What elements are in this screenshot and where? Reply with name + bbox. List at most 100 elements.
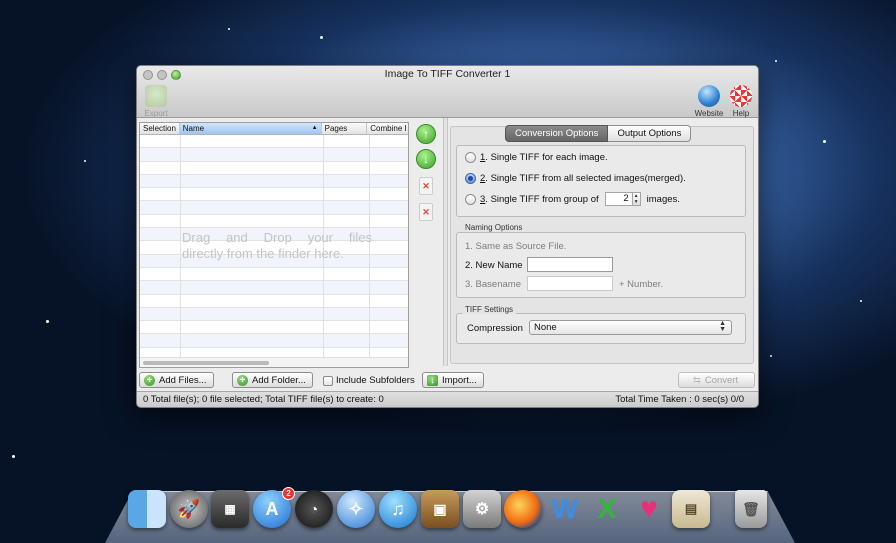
move-down-button[interactable]: ↓ [416, 149, 436, 169]
help-button[interactable]: Help [728, 85, 754, 118]
status-right: Total Time Taken : 0 sec(s) 0/0 [615, 394, 744, 405]
scrollbar-thumb[interactable] [143, 361, 269, 365]
include-subfolders-checkbox[interactable]: Include Subfolders [323, 375, 415, 386]
file-table[interactable]: Selection Name ▲ Pages Combine I Drag an… [139, 122, 409, 368]
lifebuoy-icon [730, 85, 752, 107]
add-files-button[interactable]: + Add Files... [139, 372, 214, 388]
column-pages[interactable]: Pages [322, 123, 368, 134]
column-name-label: Name [182, 124, 205, 133]
star [775, 60, 777, 62]
plus-icon: + [237, 374, 248, 386]
import-label: Import... [442, 374, 477, 386]
export-icon [145, 85, 167, 107]
move-up-button[interactable]: ↑ [416, 124, 436, 144]
convert-label: Convert [704, 374, 739, 386]
add-folder-label: Add Folder... [252, 374, 306, 386]
radio-button[interactable] [465, 193, 476, 205]
star [228, 28, 230, 30]
include-subfolders-label: Include Subfolders [336, 375, 415, 386]
status-left: 0 Total file(s); 0 file selected; Total … [143, 394, 384, 405]
app-window: Image To TIFF Converter 1 Export Website… [136, 65, 759, 408]
word-icon[interactable]: W [546, 490, 584, 528]
excel-icon[interactable]: X [588, 490, 626, 528]
firefox-icon[interactable] [504, 490, 542, 528]
export-button[interactable]: Export [141, 85, 171, 118]
star [823, 140, 826, 143]
remove-selected-button[interactable]: ✕ [419, 177, 433, 195]
add-files-label: Add Files... [159, 374, 207, 386]
heart-app-icon[interactable]: ♥ [630, 490, 668, 528]
itunes-icon[interactable]: ♫ [379, 490, 417, 528]
tab-output-options[interactable]: Output Options [608, 125, 692, 142]
star [320, 36, 323, 39]
sort-ascending-icon: ▲ [311, 125, 318, 131]
export-label: Export [144, 109, 168, 118]
horizontal-scrollbar[interactable] [140, 357, 408, 367]
iphoto-icon[interactable]: ▣ [421, 490, 459, 528]
import-button[interactable]: ↓ Import... [422, 372, 484, 388]
new-name-field[interactable] [527, 257, 613, 272]
photo-booth-icon[interactable]: ▦ [211, 490, 249, 528]
split-divider[interactable] [443, 118, 448, 366]
option-single-tiff-group[interactable]: 3. Single TIFF from group of 2 ▲ ▼ images… [465, 192, 680, 206]
title-bar: Image To TIFF Converter 1 Export Website… [137, 66, 758, 118]
compression-select[interactable]: None ▲ ▼ [529, 320, 732, 335]
globe-icon [698, 85, 720, 107]
system-preferences-icon[interactable]: ⚙ [463, 490, 501, 528]
compression-value: None [534, 322, 557, 333]
plus-icon: + [144, 374, 155, 386]
stepper-arrows-icon[interactable]: ▲ ▼ [632, 192, 641, 206]
column-selection[interactable]: Selection [140, 123, 180, 134]
naming-options-legend: Naming Options [462, 223, 526, 232]
finder-icon[interactable] [128, 490, 166, 528]
launchpad-icon[interactable]: 🚀 [170, 490, 208, 528]
app-store-icon[interactable]: A2 [253, 487, 295, 528]
remove-all-button[interactable]: ✕ [419, 203, 433, 221]
import-icon: ↓ [427, 374, 438, 386]
add-folder-button[interactable]: + Add Folder... [232, 372, 313, 388]
remove-all-icon: ✕ [422, 206, 430, 217]
window-title: Image To TIFF Converter 1 [384, 68, 511, 80]
convert-button[interactable]: ⇆ Convert [678, 372, 755, 388]
star [46, 320, 49, 323]
documents-icon[interactable]: ▤ [672, 490, 710, 528]
drop-hint: Drag and Drop your files directly from t… [182, 230, 372, 262]
tab-conversion-options[interactable]: Conversion Options [505, 125, 609, 142]
drop-hint-line1: Drag and Drop your files [182, 230, 372, 245]
website-button[interactable]: Website [694, 85, 724, 118]
basename-field[interactable] [527, 276, 613, 291]
convert-icon: ⇆ [692, 374, 701, 386]
safari-icon[interactable]: ✧ [337, 490, 375, 528]
arrow-down-icon: ↓ [423, 152, 429, 166]
conversion-options-box: 1. Single TIFF for each image. 2. Single… [456, 145, 746, 217]
help-label: Help [732, 109, 750, 118]
group-size-stepper[interactable]: 2 ▲ ▼ [604, 192, 641, 206]
naming-basename-label[interactable]: 3. Basename [465, 279, 521, 290]
option-3-label: . Single TIFF from group of [485, 193, 599, 205]
naming-same-as-source[interactable]: 1. Same as Source File. [465, 241, 566, 252]
compression-label: Compression [467, 323, 523, 334]
star [770, 355, 772, 357]
star [84, 160, 86, 162]
naming-new-name-label[interactable]: 2. New Name [465, 260, 523, 271]
option-single-tiff-merged[interactable]: 2. Single TIFF from all selected images(… [465, 173, 686, 184]
options-tabs: Conversion Options Output Options [505, 125, 692, 142]
website-label: Website [694, 109, 724, 118]
tiff-settings-legend: TIFF Settings [462, 305, 517, 314]
naming-options-box: 1. Same as Source File. 2. New Name 3. B… [456, 232, 746, 298]
group-size-value[interactable]: 2 [604, 192, 633, 206]
plus-number-label: + Number. [619, 279, 664, 290]
drop-hint-line2: directly from the finder here. [182, 246, 344, 261]
column-divider [180, 135, 181, 357]
arrow-up-icon: ↑ [423, 127, 429, 141]
tiff-settings-box: Compression None ▲ ▼ [456, 313, 746, 344]
dashboard-icon[interactable]: ◔ [295, 490, 333, 528]
checkbox[interactable] [323, 375, 333, 386]
column-name[interactable]: Name ▲ [179, 123, 322, 134]
radio-button[interactable] [465, 152, 476, 163]
trash-icon[interactable]: 🗑 [735, 490, 767, 528]
option-single-tiff-each[interactable]: 1. Single TIFF for each image. [465, 152, 608, 163]
column-combine[interactable]: Combine I [367, 123, 408, 134]
select-arrows-icon: ▲ ▼ [719, 320, 726, 333]
radio-button-selected[interactable] [465, 173, 476, 184]
